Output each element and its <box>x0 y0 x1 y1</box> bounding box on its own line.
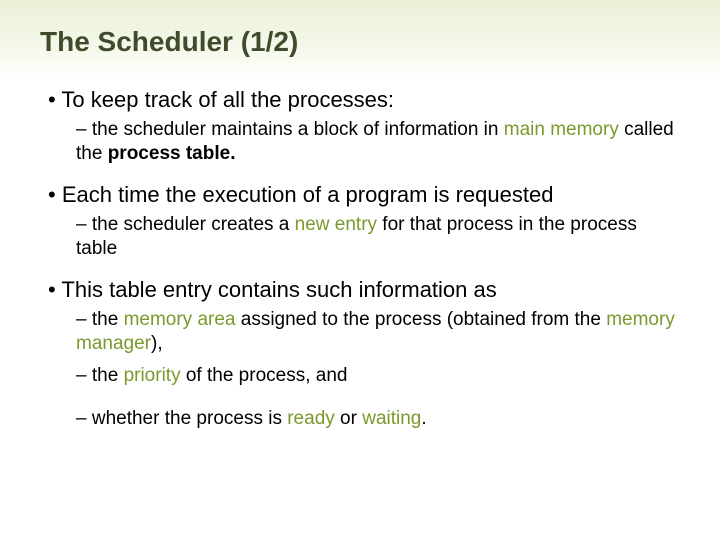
text: or <box>335 408 362 429</box>
bullet-2: Each time the execution of a program is … <box>48 181 680 262</box>
slide-content: To keep track of all the processes: the … <box>48 86 680 445</box>
bullet-3-sub-3: whether the process is ready or waiting. <box>76 407 680 431</box>
bullet-3-sub-1: the memory area assigned to the process … <box>76 308 680 357</box>
bullet-1-sublist: the scheduler maintains a block of infor… <box>76 118 680 167</box>
bullet-3-text: This table entry contains such informati… <box>61 277 496 302</box>
highlight-ready: ready <box>287 408 335 429</box>
bullet-3: This table entry contains such informati… <box>48 276 680 431</box>
highlight-main-memory: main memory <box>504 119 619 140</box>
bullet-1: To keep track of all the processes: the … <box>48 86 680 167</box>
highlight-waiting: waiting <box>362 408 421 429</box>
bullet-2-sub-1: the scheduler creates a new entry for th… <box>76 213 680 262</box>
text: the scheduler creates a <box>92 214 295 235</box>
highlight-priority: priority <box>124 365 181 386</box>
text: assigned to the process (obtained from t… <box>235 309 606 330</box>
bullet-3-sub-2: the priority of the process, and <box>76 364 680 388</box>
text: whether the process is <box>92 408 287 429</box>
slide: The Scheduler (1/2) To keep track of all… <box>0 0 720 540</box>
highlight-new-entry: new entry <box>295 214 377 235</box>
bullet-1-sub-1: the scheduler maintains a block of infor… <box>76 118 680 167</box>
bullet-2-sublist: the scheduler creates a new entry for th… <box>76 213 680 262</box>
highlight-memory-area: memory area <box>124 309 236 330</box>
text: ), <box>151 333 163 354</box>
text: the scheduler maintains a block of infor… <box>92 119 504 140</box>
text: . <box>421 408 426 429</box>
text: of the process, and <box>181 365 348 386</box>
bullet-3-sublist: the memory area assigned to the process … <box>76 308 680 431</box>
bullet-list: To keep track of all the processes: the … <box>48 86 680 431</box>
text: the <box>92 309 124 330</box>
bullet-1-text: To keep track of all the processes: <box>61 87 394 112</box>
text: the <box>92 365 124 386</box>
bold-process-table: process table. <box>108 143 236 164</box>
slide-title: The Scheduler (1/2) <box>40 26 298 58</box>
bullet-2-text: Each time the execution of a program is … <box>62 182 554 207</box>
